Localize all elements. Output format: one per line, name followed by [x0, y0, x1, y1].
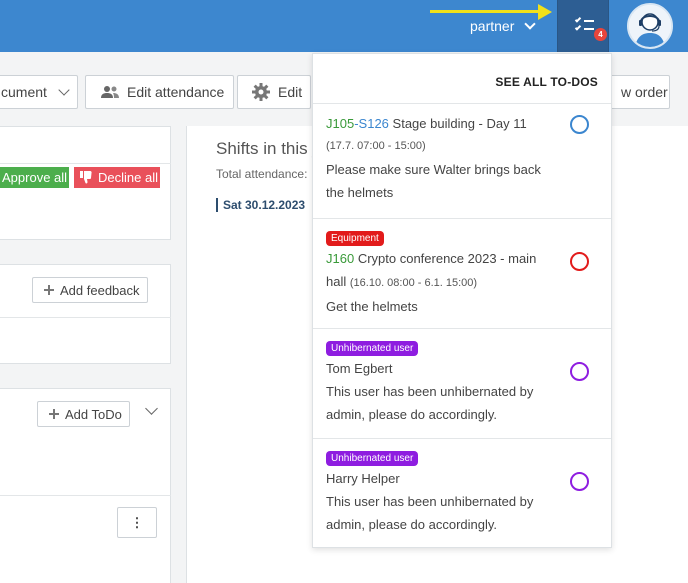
job-link[interactable]: J105 — [326, 116, 354, 131]
support-agent-icon — [629, 5, 671, 47]
todo-description: This user has been unhibernated by admin… — [326, 494, 534, 532]
decline-all-button[interactable]: Decline all — [74, 167, 160, 188]
todo-title: Tom Egbert — [326, 361, 393, 376]
decline-all-label: Decline all — [98, 170, 158, 185]
add-todo-label: Add ToDo — [65, 406, 122, 422]
approve-all-button[interactable]: Approve all — [0, 167, 69, 188]
annotation-arrow — [430, 4, 552, 20]
complete-todo-checkbox[interactable] — [570, 252, 589, 271]
complete-todo-checkbox[interactable] — [570, 472, 589, 491]
approve-all-label: Approve all — [2, 170, 68, 185]
people-icon — [101, 86, 119, 98]
unhibernated-user-tag: Unhibernated user — [326, 451, 419, 466]
todo-description: This user has been unhibernated by admin… — [326, 384, 534, 422]
more-menu-label: ⋮ — [130, 514, 144, 530]
todo-description: Please make sure Walter brings back the … — [326, 162, 541, 200]
todo-item[interactable]: J105-S126 Stage building - Day 11 (17.7.… — [313, 103, 611, 218]
todo-description: Get the helmets — [326, 299, 418, 314]
document-dropdown[interactable]: cument — [0, 75, 78, 109]
todo-time: (17.7. 07:00 - 15:00) — [326, 140, 426, 152]
user-menu-label: partner — [470, 18, 515, 34]
todo-count-badge: 4 — [594, 28, 607, 41]
edit-button[interactable]: Edit — [237, 75, 311, 109]
chevron-down-icon — [524, 18, 537, 30]
todo-time: (16.10. 08:00 - 6.1. 15:00) — [349, 277, 478, 289]
equipment-tag: Equipment — [326, 231, 384, 246]
plus-icon — [44, 285, 54, 295]
todo-title: Harry Helper — [326, 471, 400, 486]
see-all-todos-link[interactable]: SEE ALL TO-DOS — [495, 75, 598, 89]
add-feedback-label: Add feedback — [60, 282, 140, 298]
avatar[interactable] — [627, 3, 673, 49]
document-dropdown-label: cument — [1, 84, 47, 100]
unhibernated-user-tag: Unhibernated user — [326, 341, 419, 356]
top-bar: partner 4 — [0, 0, 688, 52]
thumbs-down-icon — [80, 171, 92, 184]
todo-button[interactable]: 4 — [557, 0, 609, 52]
shift-date: Sat 30.12.2023 — [216, 198, 305, 212]
more-menu-button[interactable]: ⋮ — [117, 507, 157, 538]
add-todo-button[interactable]: Add ToDo — [37, 401, 130, 427]
job-link[interactable]: J160 — [326, 251, 354, 266]
edit-attendance-button[interactable]: Edit attendance — [85, 75, 234, 109]
user-menu[interactable]: partner — [470, 18, 537, 34]
total-attendance-label: Total attendance: — [216, 167, 308, 181]
complete-todo-checkbox[interactable] — [570, 362, 589, 381]
new-order-label: w order — [621, 84, 668, 100]
todo-item[interactable]: Unhibernated user Harry Helper This user… — [313, 438, 611, 547]
gear-icon — [252, 83, 270, 101]
add-feedback-button[interactable]: Add feedback — [32, 277, 148, 303]
checklist-icon — [574, 16, 595, 33]
shifts-heading: Shifts in this j — [216, 139, 317, 158]
edit-label: Edit — [278, 84, 303, 100]
plus-icon — [49, 409, 59, 419]
todo-dropdown: SEE ALL TO-DOS J105-S126 Stage building … — [312, 53, 612, 548]
chevron-down-icon — [58, 84, 70, 96]
todo-item[interactable]: Unhibernated user Tom Egbert This user h… — [313, 328, 611, 438]
shift-link[interactable]: S126 — [359, 116, 389, 131]
todo-title: Stage building - Day 11 — [388, 116, 527, 131]
edit-attendance-label: Edit attendance — [127, 84, 225, 100]
todo-item[interactable]: Equipment J160 Crypto conference 2023 - … — [313, 218, 611, 328]
complete-todo-checkbox[interactable] — [570, 115, 589, 134]
